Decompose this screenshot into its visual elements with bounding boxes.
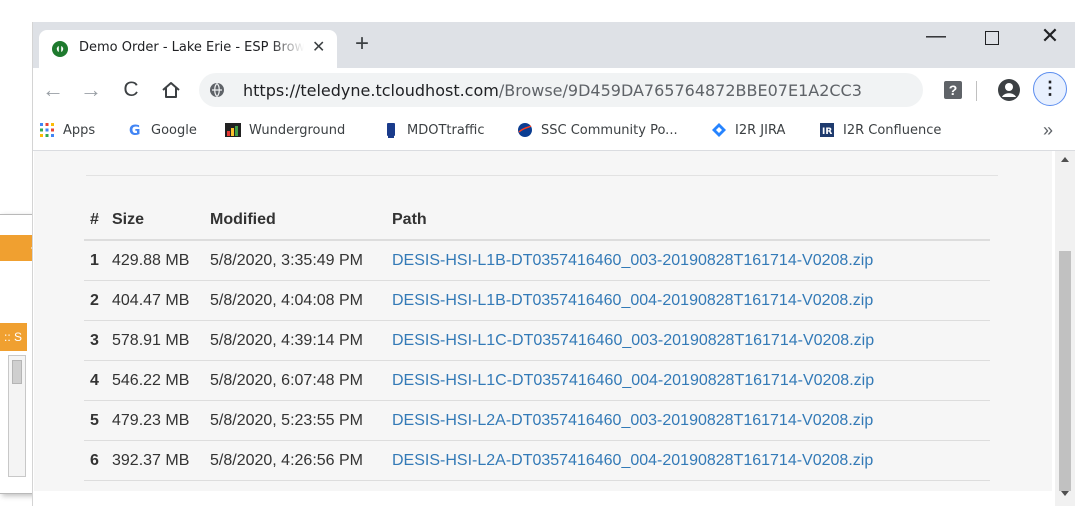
close-tab-icon[interactable]: ✕: [312, 38, 325, 58]
bookmark-label: SSC Community Po...: [541, 122, 678, 138]
table-header-row: # Size Modified Path: [84, 201, 990, 241]
table-row: 4 546.22 MB 5/8/2020, 6:07:48 PM DESIS-H…: [84, 360, 990, 401]
toolbar-divider: [976, 81, 977, 101]
tab-strip: Demo Order - Lake Erie - ESP Browse ✕ + …: [33, 22, 1075, 68]
bookmark-label: Google: [151, 122, 197, 138]
table-row: 2 404.47 MB 5/8/2020, 4:04:08 PM DESIS-H…: [84, 280, 990, 321]
back-button[interactable]: ←: [39, 76, 67, 104]
column-header-modified: Modified: [204, 201, 386, 241]
bookmark-mdottraffic[interactable]: MDOTtraffic: [383, 122, 485, 138]
url-domain: https://teledyne.tcloudhost.com: [243, 81, 499, 100]
url-path: /Browse/9D459DA765764872BBE07E1A2CC3: [498, 81, 862, 100]
bookmark-i2r-jira[interactable]: I2R JIRA: [711, 122, 785, 138]
browser-window: Demo Order - Lake Erie - ESP Browse ✕ + …: [33, 22, 1075, 506]
home-button[interactable]: [157, 76, 185, 104]
bookmark-wunderground[interactable]: Wunderground: [225, 122, 345, 138]
profile-avatar-icon[interactable]: [997, 78, 1021, 102]
file-modified: 5/8/2020, 4:39:14 PM: [204, 320, 386, 361]
file-download-link[interactable]: DESIS-HSI-L1C-DT0357416460_004-20190828T…: [392, 372, 874, 389]
bookmark-apps[interactable]: Apps: [39, 122, 95, 138]
bookmark-label: Wunderground: [249, 122, 346, 138]
confluence-icon: IR: [820, 123, 834, 137]
help-extension-icon[interactable]: ?: [944, 81, 962, 99]
minimize-button[interactable]: —: [913, 22, 959, 52]
table-row: 3 578.91 MB 5/8/2020, 4:39:14 PM DESIS-H…: [84, 320, 990, 361]
file-download-link[interactable]: DESIS-HSI-L2A-DT0357416460_004-20190828T…: [392, 452, 873, 469]
nasa-icon: [518, 123, 532, 137]
home-icon: [162, 82, 180, 98]
row-number: 4: [84, 360, 106, 401]
file-size: 392.37 MB: [106, 440, 204, 481]
file-size: 429.88 MB: [106, 240, 204, 281]
file-modified: 5/8/2020, 3:35:49 PM: [204, 240, 386, 281]
maximize-button[interactable]: [969, 22, 1015, 52]
file-list-panel: # Size Modified Path 1 429.88 MB 5/8/202…: [34, 151, 1052, 491]
file-size: 404.47 MB: [106, 280, 204, 321]
browser-menu-button[interactable]: ⋮: [1033, 72, 1067, 106]
table-row: 1 429.88 MB 5/8/2020, 3:35:49 PM DESIS-H…: [84, 240, 990, 281]
file-modified: 5/8/2020, 5:23:55 PM: [204, 400, 386, 441]
mdot-icon: [387, 123, 395, 138]
file-download-link[interactable]: DESIS-HSI-L1C-DT0357416460_003-20190828T…: [392, 332, 874, 349]
page-content: # Size Modified Path 1 429.88 MB 5/8/202…: [33, 151, 1055, 506]
background-window-scrollbar: [8, 355, 26, 477]
divider: [86, 175, 998, 176]
wunderground-icon: [225, 123, 241, 137]
bookmarks-bar: Apps G Google Wunderground MDOTtraffic S…: [33, 112, 1075, 151]
forward-button[interactable]: →: [77, 76, 105, 104]
browser-tab[interactable]: Demo Order - Lake Erie - ESP Browse ✕: [39, 30, 337, 68]
row-number: 2: [84, 280, 106, 321]
new-tab-button[interactable]: +: [355, 30, 369, 58]
tab-title: Demo Order - Lake Erie - ESP Browse: [79, 40, 304, 55]
address-bar[interactable]: https://teledyne.tcloudhost.com/Browse/9…: [199, 73, 923, 107]
google-icon: G: [129, 123, 141, 138]
scroll-thumb[interactable]: [1059, 251, 1071, 491]
file-modified: 5/8/2020, 4:26:56 PM: [204, 440, 386, 481]
file-download-link[interactable]: DESIS-HSI-L1B-DT0357416460_004-20190828T…: [392, 292, 873, 309]
maximize-icon: [985, 31, 999, 45]
row-number: 5: [84, 400, 106, 441]
table-row: 5 479.23 MB 5/8/2020, 5:23:55 PM DESIS-H…: [84, 400, 990, 441]
column-header-number: #: [84, 201, 106, 241]
bookmark-label: Apps: [63, 122, 96, 138]
row-number: 3: [84, 320, 106, 361]
file-size: 546.22 MB: [106, 360, 204, 401]
url-text: https://teledyne.tcloudhost.com/Browse/9…: [243, 81, 862, 100]
scroll-up-arrow-icon[interactable]: [1061, 157, 1069, 162]
file-download-link[interactable]: DESIS-HSI-L1B-DT0357416460_003-20190828T…: [392, 252, 873, 269]
bookmark-i2r-confluence[interactable]: IR I2R Confluence: [819, 122, 941, 138]
file-size: 479.23 MB: [106, 400, 204, 441]
background-window-toolbar: :: S: [0, 323, 27, 351]
file-modified: 5/8/2020, 4:04:08 PM: [204, 280, 386, 321]
bookmark-label: MDOTtraffic: [407, 122, 485, 138]
row-number: 6: [84, 440, 106, 481]
file-modified: 5/8/2020, 6:07:48 PM: [204, 360, 386, 401]
site-favicon-icon: [52, 41, 68, 57]
file-download-link[interactable]: DESIS-HSI-L2A-DT0357416460_003-20190828T…: [392, 412, 873, 429]
site-info-icon[interactable]: [209, 82, 225, 98]
bookmark-label: I2R Confluence: [843, 122, 942, 138]
table-row: 6 392.37 MB 5/8/2020, 4:26:56 PM DESIS-H…: [84, 440, 990, 481]
svg-text:G: G: [129, 123, 141, 138]
file-size: 578.91 MB: [106, 320, 204, 361]
file-table: # Size Modified Path 1 429.88 MB 5/8/202…: [84, 201, 990, 481]
svg-text:IR: IR: [822, 127, 832, 137]
reload-button[interactable]: C: [117, 76, 145, 104]
page-scrollbar[interactable]: [1055, 151, 1075, 506]
close-window-button[interactable]: ✕: [1027, 22, 1073, 52]
jira-icon: [712, 123, 726, 137]
scroll-down-arrow-icon[interactable]: [1061, 491, 1069, 496]
bookmarks-overflow-button[interactable]: »: [1043, 120, 1053, 141]
browser-toolbar: ← → C https://teledyne.tcloudhost.com/Br…: [33, 68, 1075, 112]
row-number: 1: [84, 240, 106, 281]
column-header-size: Size: [106, 201, 204, 241]
bookmark-google[interactable]: G Google: [127, 122, 197, 139]
bookmark-ssc-community[interactable]: SSC Community Po...: [517, 122, 678, 138]
apps-grid-icon: [40, 123, 54, 137]
bookmark-label: I2R JIRA: [735, 122, 786, 138]
column-header-path: Path: [386, 201, 990, 241]
